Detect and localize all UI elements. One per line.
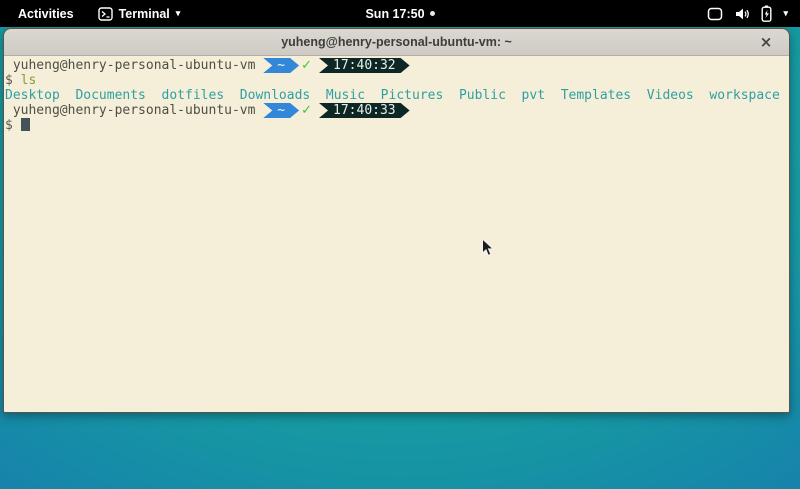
terminal-window: yuheng@henry-personal-ubuntu-vm: ~ × yuh…: [3, 28, 790, 413]
gnome-top-bar: Activities Terminal ▾ Sun 17:50: [0, 0, 800, 27]
terminal-app-icon: [98, 7, 113, 21]
ls-output-row: Desktop Documents dotfiles Downloads Mus…: [5, 88, 788, 103]
activities-button[interactable]: Activities: [12, 3, 80, 25]
volume-icon: [734, 7, 750, 21]
system-status-area[interactable]: ▾: [703, 0, 792, 27]
app-menu-terminal[interactable]: Terminal ▾: [94, 3, 185, 25]
close-button[interactable]: ×: [755, 29, 777, 55]
window-titlebar[interactable]: yuheng@henry-personal-ubuntu-vm: ~ ×: [4, 29, 789, 56]
window-title: yuheng@henry-personal-ubuntu-vm: ~: [281, 35, 512, 49]
desktop-background: yuheng@henry-personal-ubuntu-vm: ~ × yuh…: [0, 27, 800, 489]
command-line: $ ls: [5, 73, 788, 88]
prompt-user-host: yuheng@henry-personal-ubuntu-vm: [5, 103, 263, 118]
typed-command: ls: [21, 73, 37, 88]
prompt-time-segment: 17:40:32: [319, 58, 410, 73]
status-check-icon: ✓: [301, 103, 312, 118]
battery-charging-icon: [761, 5, 772, 22]
prompt-dollar: $: [5, 118, 21, 133]
prompt-line-1: yuheng@henry-personal-ubuntu-vm ~ ✓ 17:4…: [5, 58, 788, 73]
screen: Activities Terminal ▾ Sun 17:50: [0, 0, 800, 489]
prompt-path-segment: ~: [263, 58, 299, 73]
clock-label: Sun 17:50: [365, 7, 424, 21]
chevron-down-icon: ▾: [176, 9, 181, 18]
notification-dot: [430, 11, 435, 16]
prompt-time-segment: 17:40:33: [319, 103, 410, 118]
terminal-content[interactable]: yuheng@henry-personal-ubuntu-vm ~ ✓ 17:4…: [4, 56, 789, 412]
prompt-line-2: yuheng@henry-personal-ubuntu-vm ~ ✓ 17:4…: [5, 103, 788, 118]
top-bar-left: Activities Terminal ▾: [0, 3, 184, 25]
prompt-path-segment: ~: [263, 103, 299, 118]
terminal-cursor: [21, 118, 30, 131]
prompt-user-host: yuheng@henry-personal-ubuntu-vm: [5, 58, 263, 73]
status-check-icon: ✓: [301, 58, 312, 73]
chevron-down-icon: ▾: [783, 9, 788, 18]
display-icon: [707, 7, 723, 21]
app-menu-label: Terminal: [119, 7, 170, 21]
prompt-dollar: $: [5, 73, 21, 88]
clock-button[interactable]: Sun 17:50: [357, 3, 442, 25]
input-line[interactable]: $: [5, 118, 788, 133]
